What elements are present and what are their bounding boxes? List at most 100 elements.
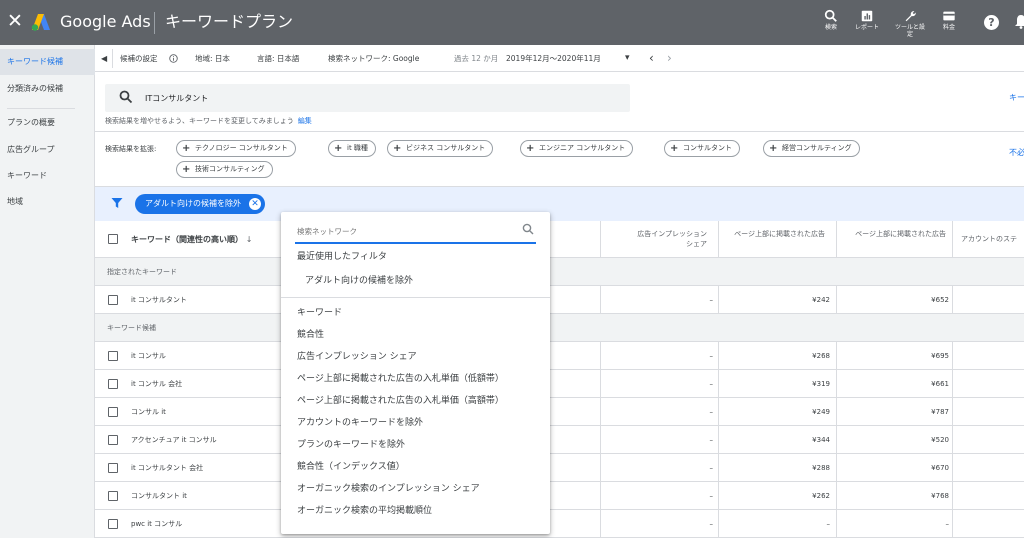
suggestion-chip[interactable]: + 経営コンサルティング	[763, 140, 860, 157]
row-keyword: pwc it コンサル	[131, 520, 183, 528]
sidebar-item-ad-groups[interactable]: 広告グループ	[0, 137, 95, 163]
filter-option-bid-low[interactable]: ページ上部に掲載された広告の入札単価（低額帯）	[297, 372, 504, 386]
filter-bar: アダルト向けの候補を除外 ✕	[95, 187, 1024, 221]
row-checkbox[interactable]	[108, 295, 118, 305]
notification-bell-icon[interactable]	[1014, 14, 1024, 29]
row-bid-low: –	[826, 520, 831, 528]
billing-tool-button[interactable]: 料金	[939, 8, 959, 32]
edit-search-link[interactable]: 編集	[298, 117, 312, 125]
plus-icon: +	[393, 143, 402, 154]
filter-search-input[interactable]	[297, 223, 507, 239]
sidebar-item-keywords[interactable]: キーワード	[0, 163, 95, 189]
sidebar-item-locations[interactable]: 地域	[0, 189, 95, 215]
filter-icon[interactable]	[111, 197, 123, 209]
row-keyword: コンサル it	[131, 408, 166, 416]
tools-settings-button[interactable]: ツールと設定	[894, 8, 926, 38]
sidebar-item-grouped-ideas[interactable]: 分類済みの候補	[0, 76, 95, 102]
filter-option-impression-share[interactable]: 広告インプレッション シェア	[297, 350, 417, 364]
filter-option-bid-high[interactable]: ページ上部に掲載された広告の入札単価（高額帯）	[297, 394, 504, 408]
suggestion-chip[interactable]: + 技術コンサルティング	[176, 161, 273, 178]
settings-label[interactable]: 候補の設定	[120, 45, 158, 72]
sidebar-item-keyword-ideas[interactable]: キーワード候補	[0, 49, 95, 75]
row-bid-low: ¥262	[812, 492, 830, 500]
row-checkbox[interactable]	[108, 463, 118, 473]
sidebar-item-plan-overview[interactable]: プランの概要	[0, 110, 95, 136]
table-row[interactable]: it コンサル 会社 – ¥319 ¥661	[95, 370, 1024, 398]
suggestion-chip[interactable]: + テクノロジー コンサルタント	[176, 140, 296, 157]
filter-search-field[interactable]	[295, 218, 536, 244]
top-bar: ✕ Google Ads キーワードプラン 検索 レポート ツールと設定 料金 …	[0, 0, 1024, 45]
chip-label: テクノロジー コンサルタント	[195, 144, 288, 152]
top-bid-high-header[interactable]: ページ上部に掲載された広告	[836, 221, 951, 258]
report-icon	[861, 10, 873, 22]
suggestion-chip[interactable]: + コンサルタント	[664, 140, 740, 157]
search-hint-text: 検索結果を増やせるよう、キーワードを変更してみましょう	[105, 117, 294, 125]
next-period-button[interactable]: ›	[667, 45, 672, 72]
suggestion-chip[interactable]: + it 職種	[328, 140, 376, 157]
filter-option-organic-avg-position[interactable]: オーガニック検索の平均掲載順位	[297, 504, 432, 518]
wrench-icon	[905, 11, 916, 22]
table-row[interactable]: アクセンチュア it コンサル – ¥344 ¥520	[95, 426, 1024, 454]
more-link[interactable]: 不必	[1009, 147, 1024, 158]
table-row[interactable]: コンサル it – ¥249 ¥787	[95, 398, 1024, 426]
recent-filter-item[interactable]: アダルト向けの候補を除外	[305, 274, 413, 288]
location-setting[interactable]: 地域: 日本	[195, 45, 230, 72]
table-header: キーワード（関連性の高い順） ↓ 広告インプレッション シェア ページ上部に掲載…	[95, 221, 1024, 258]
row-impression-share: –	[709, 492, 714, 500]
keyword-header-link[interactable]: キー	[1009, 92, 1024, 103]
filter-option-competition-index[interactable]: 競合性（インデックス値）	[297, 460, 405, 474]
top-bid-low-header[interactable]: ページ上部に掲載された広告	[718, 221, 830, 258]
chip-label: it 職種	[347, 144, 368, 152]
sidebar-divider	[7, 108, 75, 109]
filter-option-exclude-plan-keywords[interactable]: プランのキーワードを除外	[297, 438, 405, 452]
select-all-checkbox[interactable]	[108, 234, 118, 244]
collapse-sidebar-button[interactable]: ◀	[101, 45, 107, 72]
row-checkbox[interactable]	[108, 351, 118, 361]
row-checkbox[interactable]	[108, 379, 118, 389]
filter-option-competition[interactable]: 競合性	[297, 328, 324, 342]
close-button[interactable]: ✕	[7, 11, 23, 31]
previous-period-button[interactable]: ‹	[649, 45, 654, 72]
search-tool-button[interactable]: 検索	[821, 8, 841, 32]
row-checkbox[interactable]	[108, 519, 118, 529]
keyword-search-box[interactable]	[105, 84, 630, 112]
account-status-header[interactable]: アカウントのステ	[957, 221, 1024, 258]
keyword-table: キーワード（関連性の高い順） ↓ 広告インプレッション シェア ページ上部に掲載…	[95, 221, 1024, 538]
row-bid-low: ¥249	[812, 408, 830, 416]
language-setting[interactable]: 言語: 日本語	[257, 45, 299, 72]
row-bid-high: –	[945, 520, 950, 528]
impression-share-header[interactable]: 広告インプレッション シェア	[605, 221, 713, 258]
period-label: 過去 12 か月	[454, 54, 499, 63]
period-value[interactable]: 2019年12月〜2020年11月	[506, 45, 601, 72]
filter-option-organic-impression-share[interactable]: オーガニック検索のインプレッション シェア	[297, 482, 480, 496]
report-tool-button[interactable]: レポート	[852, 8, 882, 32]
info-icon[interactable]	[169, 54, 178, 63]
table-row[interactable]: コンサルタント it – ¥262 ¥768	[95, 482, 1024, 510]
chip-label: 経営コンサルティング	[782, 144, 852, 152]
keyword-column-header[interactable]: キーワード（関連性の高い順） ↓	[131, 221, 253, 258]
active-filter-chip[interactable]: アダルト向けの候補を除外 ✕	[135, 194, 265, 214]
row-checkbox[interactable]	[108, 491, 118, 501]
search-icon	[119, 90, 133, 104]
row-checkbox[interactable]	[108, 407, 118, 417]
suggestion-chip[interactable]: + ビジネス コンサルタント	[387, 140, 494, 157]
filter-option-exclude-account-keywords[interactable]: アカウントのキーワードを除外	[297, 416, 423, 430]
table-row[interactable]: it コンサル – ¥268 ¥695	[95, 342, 1024, 370]
remove-filter-icon[interactable]: ✕	[249, 198, 261, 210]
keyword-ideas-section: キーワード候補	[95, 314, 1024, 342]
row-checkbox[interactable]	[108, 435, 118, 445]
keyword-search-input[interactable]	[145, 89, 615, 107]
row-bid-high: ¥670	[931, 464, 949, 472]
plus-icon: +	[526, 143, 535, 154]
period-dropdown-icon[interactable]: ▾	[625, 45, 630, 72]
row-bid-high: ¥520	[931, 436, 949, 444]
table-row[interactable]: it コンサルタント 会社 – ¥288 ¥670	[95, 454, 1024, 482]
filter-option-keyword[interactable]: キーワード	[297, 306, 342, 320]
table-row[interactable]: it コンサルタント – ¥242 ¥652	[95, 286, 1024, 314]
row-impression-share: –	[709, 436, 714, 444]
network-setting[interactable]: 検索ネットワーク: Google	[328, 45, 419, 72]
help-icon[interactable]: ?	[984, 15, 999, 30]
suggestion-chip[interactable]: + エンジニア コンサルタント	[520, 140, 634, 157]
row-bid-low: ¥319	[812, 380, 830, 388]
table-row[interactable]: pwc it コンサル – – –	[95, 510, 1024, 538]
